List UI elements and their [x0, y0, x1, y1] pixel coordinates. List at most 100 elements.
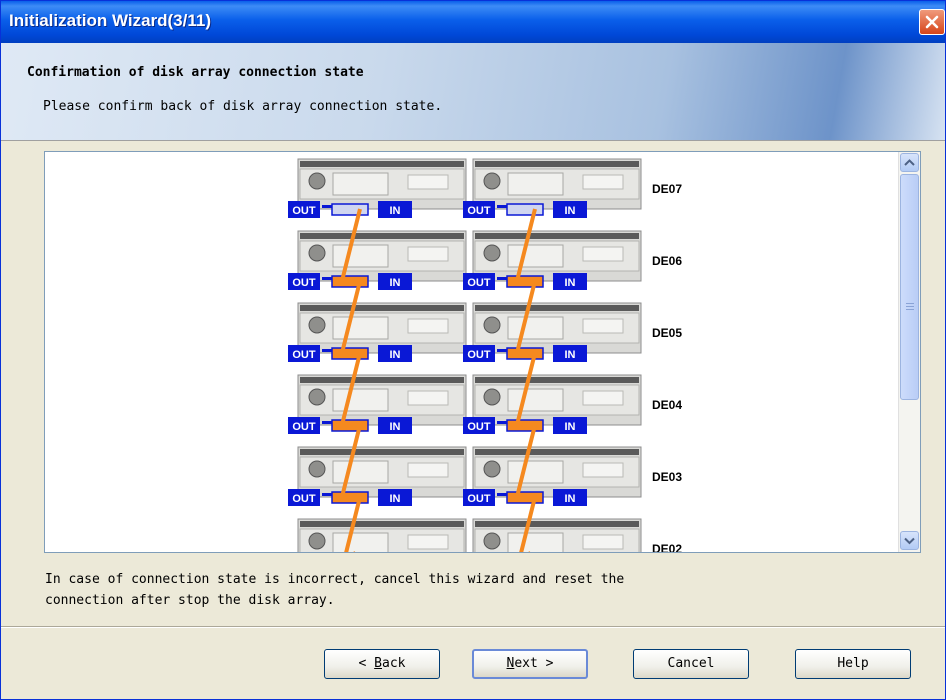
chassis-top-rail [475, 161, 639, 167]
vertical-scrollbar[interactable] [898, 152, 920, 552]
module-slot [407, 318, 449, 334]
enclosure-label: DE07 [652, 182, 682, 196]
chassis-top-rail [475, 305, 639, 311]
port-connector [497, 349, 507, 352]
port-out-label: OUT [467, 205, 491, 217]
thumb-grip [906, 303, 914, 304]
chassis-top-rail [300, 521, 464, 527]
port-in-label: IN [565, 493, 576, 505]
port-socket [506, 419, 544, 432]
vent-grille [507, 460, 564, 484]
enclosure-label: DE04 [652, 398, 682, 412]
port-in-label: IN [390, 277, 401, 289]
connection-diagram-panel[interactable]: OUT IN OUT IN DE07 OUT IN OUT IN DE06 OUT IN OUT IN DE… [44, 151, 921, 553]
chassis-top-rail [300, 305, 464, 311]
scroll-up-button[interactable] [900, 153, 919, 172]
next-button[interactable]: Next > [472, 649, 588, 679]
fan-icon [483, 244, 501, 262]
port-socket [331, 419, 369, 432]
chassis-top-rail [475, 233, 639, 239]
port-connector [497, 421, 507, 424]
scroll-thumb[interactable] [900, 174, 919, 400]
chevron-up-icon [904, 159, 915, 166]
port-socket [506, 491, 544, 504]
port-out-label: OUT [292, 205, 316, 217]
port-socket [506, 203, 544, 216]
back-prefix: < [358, 656, 375, 671]
port-in-label: IN [565, 205, 576, 217]
port-in-label: IN [390, 349, 401, 361]
port-connector [497, 493, 507, 496]
back-label: ack [382, 656, 406, 671]
fan-icon [483, 172, 501, 190]
chassis-top-rail [300, 161, 464, 167]
thumb-grip [906, 309, 914, 310]
fan-icon [308, 172, 326, 190]
chassis-top-rail [300, 233, 464, 239]
back-accesskey: B [374, 656, 382, 671]
window-title: Initialization Wizard(3/11) [9, 11, 211, 30]
step-description: Please confirm back of disk array connec… [43, 99, 443, 114]
vent-grille [332, 388, 389, 412]
port-connector [322, 421, 332, 424]
module-slot [582, 390, 624, 406]
port-connector [322, 277, 332, 280]
port-out-label: OUT [292, 493, 316, 505]
port-out-label: OUT [467, 277, 491, 289]
vent-grille [332, 316, 389, 340]
vent-grille [332, 244, 389, 268]
port-connector [322, 205, 332, 208]
module-slot [582, 318, 624, 334]
port-connector [497, 205, 507, 208]
vent-grille [332, 460, 389, 484]
module-slot [407, 462, 449, 478]
port-out-label: OUT [467, 349, 491, 361]
port-connector [322, 349, 332, 352]
module-slot [582, 174, 624, 190]
vent-grille [507, 316, 564, 340]
vent-grille [507, 532, 564, 552]
vent-grille [332, 532, 389, 552]
thumb-grip [906, 306, 914, 307]
fan-icon [308, 316, 326, 334]
scroll-down-button[interactable] [900, 531, 919, 550]
title-bar[interactable]: Initialization Wizard(3/11) [1, 1, 945, 43]
vent-grille [507, 388, 564, 412]
help-button[interactable]: Help [795, 649, 911, 679]
next-label: ext > [514, 656, 554, 671]
port-connector [497, 277, 507, 280]
port-out-label: OUT [292, 349, 316, 361]
port-socket [331, 491, 369, 504]
chassis-top-rail [475, 377, 639, 383]
module-slot [407, 390, 449, 406]
port-in-label: IN [390, 421, 401, 433]
port-in-label: IN [390, 205, 401, 217]
connection-diagram: OUT IN OUT IN DE07 OUT IN OUT IN DE06 OUT IN OUT IN DE… [288, 158, 682, 552]
enclosure-label: DE06 [652, 254, 682, 268]
close-icon [925, 15, 939, 29]
fan-icon [308, 460, 326, 478]
vent-grille [332, 172, 389, 196]
fan-icon [308, 388, 326, 406]
fan-icon [483, 388, 501, 406]
chevron-down-icon [904, 537, 915, 545]
port-connector [322, 493, 332, 496]
button-separator [1, 626, 945, 628]
port-out-label: OUT [467, 421, 491, 433]
cancel-button[interactable]: Cancel [633, 649, 749, 679]
port-out-label: OUT [292, 277, 316, 289]
port-out-label: OUT [292, 421, 316, 433]
wizard-window: Initialization Wizard(3/11) Confirmation… [0, 0, 946, 700]
port-socket [331, 347, 369, 360]
port-in-label: IN [565, 421, 576, 433]
port-socket [331, 275, 369, 288]
vent-grille [507, 244, 564, 268]
fan-icon [483, 532, 501, 550]
chassis-top-rail [475, 521, 639, 527]
module-slot [582, 246, 624, 262]
port-in-label: IN [565, 349, 576, 361]
close-button[interactable] [919, 9, 945, 35]
port-socket [331, 203, 369, 216]
back-button[interactable]: < Back [324, 649, 440, 679]
module-slot [582, 534, 624, 550]
